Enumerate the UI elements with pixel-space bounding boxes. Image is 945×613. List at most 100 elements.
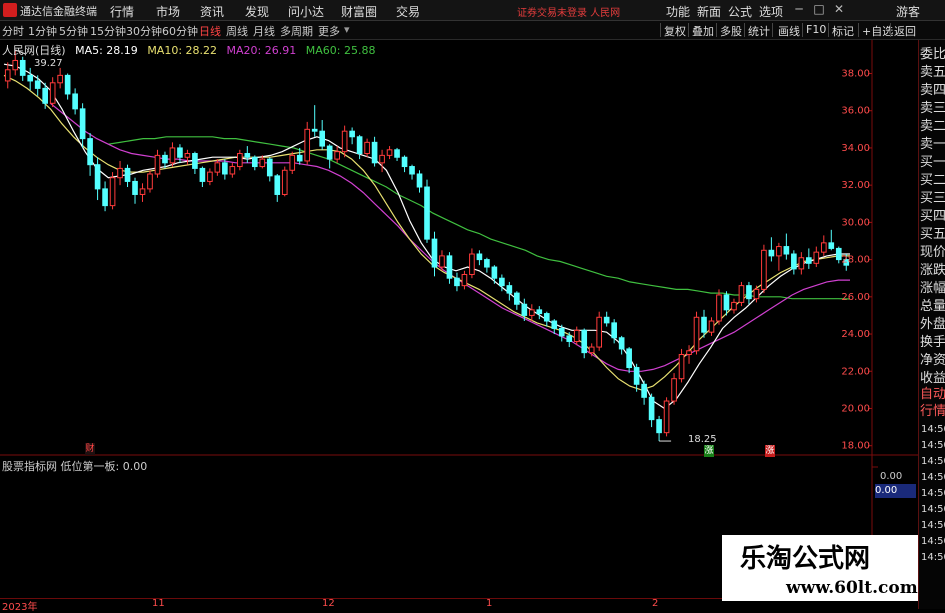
period-intraday[interactable]: 分时 (2, 23, 24, 39)
panel-item-bid5[interactable]: 买五 (920, 226, 945, 244)
candle (237, 149, 243, 171)
candle-body (154, 154, 161, 175)
restore-rights-button[interactable]: 复权 (664, 23, 686, 39)
period-60min[interactable]: 60分钟 (162, 23, 198, 39)
minimize-icon[interactable]: ─ (792, 2, 806, 16)
candle-body (274, 175, 281, 195)
menu-item-market[interactable]: 市场 (156, 3, 180, 20)
panel-item-bid3[interactable]: 买三 (920, 190, 945, 208)
broker-login-note[interactable]: 证券交易未登录 人民网 (517, 4, 620, 19)
tick-time: 14:50 (921, 504, 945, 515)
period-5min[interactable]: 5分钟 (59, 23, 88, 39)
panel-item-turnover[interactable]: 换手 (920, 334, 945, 352)
candle-body (364, 141, 370, 155)
candle (124, 164, 131, 188)
menu-item-quotes[interactable]: 行情 (110, 3, 134, 20)
candle (813, 246, 820, 268)
period-more[interactable]: 更多 (318, 23, 340, 39)
candle (514, 291, 520, 310)
candle-body (251, 156, 258, 168)
candle-body (671, 378, 677, 402)
more-arrow-icon[interactable]: ▾ (344, 23, 350, 36)
candle (484, 257, 490, 273)
menu-item-formula[interactable]: 公式 (728, 3, 752, 20)
price-tick-label: 30.00 (841, 217, 870, 228)
menu-item-options[interactable]: 选项 (759, 3, 783, 20)
panel-item-outer[interactable]: 外盘 (920, 316, 945, 334)
period-1min[interactable]: 1分钟 (28, 23, 57, 39)
panel-item-ask3[interactable]: 卖三 (920, 100, 945, 118)
panel-item-commission-ratio[interactable]: 委比 (920, 46, 945, 64)
guest-label[interactable]: 游客 (896, 3, 920, 20)
menu-item-new-page[interactable]: 新面 (697, 3, 721, 20)
candle (454, 272, 460, 292)
panel-item-bid1[interactable]: 买一 (920, 154, 945, 172)
candle-body (806, 257, 812, 264)
price-tick-label: 28.00 (841, 255, 870, 266)
candle (139, 183, 146, 202)
panel-item-price[interactable]: 现价 (920, 244, 945, 262)
maximize-icon[interactable]: □ (812, 2, 826, 16)
price-axis: 38.00 36.00 34.00 32.00 30.00 28.00 26.00 24.00… (15, 49, 872, 452)
panel-item-ask2[interactable]: 卖二 (920, 118, 945, 136)
panel-item-auto[interactable]: 自动 (920, 386, 945, 404)
limit-up-tag-2[interactable]: 涨 (765, 445, 775, 457)
panel-item-change[interactable]: 涨跌 (920, 262, 945, 280)
candle-body (439, 255, 445, 268)
candle (64, 73, 71, 100)
back-button[interactable]: 返回 (894, 23, 916, 39)
panel-item-ask1[interactable]: 卖一 (920, 136, 945, 154)
menu-item-discover[interactable]: 发现 (245, 3, 269, 20)
menu-item-news[interactable]: 资讯 (200, 3, 224, 20)
candle (806, 248, 812, 269)
panel-item-ask5[interactable]: 卖五 (920, 64, 945, 82)
menu-item-assistant[interactable]: 问小达 (288, 3, 324, 20)
statistics-button[interactable]: 统计 (748, 23, 770, 39)
panel-item-net-assets[interactable]: 净资 (920, 352, 945, 370)
menu-item-function[interactable]: 功能 (666, 3, 690, 20)
period-15min[interactable]: 15分钟 (90, 23, 126, 39)
candle (274, 173, 281, 202)
panel-item-ask4[interactable]: 卖四 (920, 82, 945, 100)
candle-body (820, 242, 827, 253)
period-monthly[interactable]: 月线 (253, 23, 275, 39)
draw-line-button[interactable]: 画线 (778, 23, 800, 39)
panel-item-change-pct[interactable]: 涨幅 (920, 280, 945, 298)
candle-body (528, 309, 535, 316)
candle (102, 181, 108, 212)
menu-item-trade[interactable]: 交易 (396, 3, 420, 20)
multi-stock-button[interactable]: 多股 (720, 23, 742, 39)
candle-body (566, 335, 573, 342)
limit-up-tag-1[interactable]: 涨 (704, 445, 714, 457)
period-weekly[interactable]: 周线 (226, 23, 248, 39)
candle-body (678, 354, 685, 380)
indicator-axis-zero: 0.00 (880, 471, 903, 482)
candle-body (626, 348, 632, 369)
finance-tag[interactable]: 财 (85, 443, 95, 455)
panel-item-bid2[interactable]: 买二 (920, 172, 945, 190)
candle-body (356, 136, 363, 155)
tick-time: 14:50 (921, 440, 945, 451)
candle-body (184, 153, 191, 158)
menu-item-wealth[interactable]: 财富圈 (341, 3, 377, 20)
candle-body (536, 309, 543, 315)
period-multi[interactable]: 多周期 (280, 23, 313, 39)
overlay-button[interactable]: 叠加 (692, 23, 714, 39)
f10-button[interactable]: F10 (806, 23, 826, 36)
kline-chart[interactable]: 38.00 36.00 34.00 32.00 30.00 28.00 26.00 24.00… (0, 40, 918, 598)
candle-body (791, 253, 797, 270)
tick-time: 14:50 (921, 472, 945, 483)
close-icon[interactable]: ✕ (832, 2, 846, 16)
add-watchlist-button[interactable]: +自选 (862, 23, 893, 39)
ma5-legend: MA5: 28.19 (75, 44, 138, 57)
candle-body (401, 156, 408, 168)
candle-body (686, 350, 692, 356)
panel-item-bid4[interactable]: 买四 (920, 208, 945, 226)
mark-button[interactable]: 标记 (832, 23, 854, 39)
period-daily[interactable]: 日线 (199, 23, 221, 39)
panel-item-quotes[interactable]: 行情 (920, 403, 945, 421)
candle-body (109, 177, 116, 207)
panel-item-volume[interactable]: 总量 (920, 298, 945, 316)
period-30min[interactable]: 30分钟 (126, 23, 162, 39)
candle (117, 160, 123, 186)
